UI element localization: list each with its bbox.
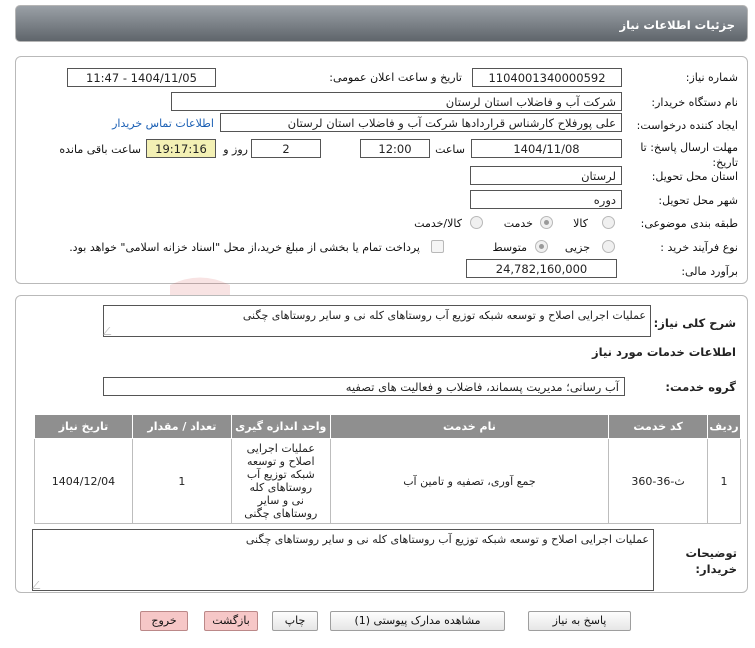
process-option-medium: متوسط [492,241,527,254]
col-unit: واحد اندازه گیری [230,414,331,439]
attachments-button[interactable]: مشاهده مدارک پیوستی (1) [330,611,505,631]
category-radio-goods-service[interactable] [470,216,483,229]
process-option-minor: جزیی [564,241,590,254]
general-desc-label: شرح کلی نیاز: [653,316,736,330]
buyer-notes-label-text: توضیحات خریدار: [685,546,738,576]
print-button[interactable]: چاپ [272,611,318,631]
city-label: شهر محل تحویل: [658,194,738,207]
requester-label: ایجاد کننده درخواست: [636,119,738,132]
col-code: کد خدمت [608,414,709,439]
need-number-field: 1104001340000592 [472,68,622,87]
announce-field: 1404/11/05 - 11:47 [67,68,216,87]
services-table: ردیف کد خدمت نام خدمت واحد اندازه گیری ت… [34,414,741,524]
province-field: لرستان [470,166,622,185]
page-title-bar: جزئیات اطلاعات نیاز [15,5,748,42]
deadline-time-label: ساعت [435,143,465,156]
category-option-goods-service: کالا/خدمت [414,217,462,230]
buyer-org-label: نام دستگاه خریدار: [651,96,738,109]
remaining-label: ساعت باقی مانده [59,143,141,156]
cell-name: جمع آوری، تصفیه و تامین آب [329,438,610,524]
process-radio-minor[interactable] [602,240,615,253]
col-qty: تعداد / مقدار [131,414,232,439]
col-date: تاریخ نیاز [34,414,133,439]
cell-qty: 1 [131,438,232,524]
announce-label: تاریخ و ساعت اعلان عمومی: [329,71,462,84]
process-radio-medium[interactable] [535,240,548,253]
exit-button[interactable]: خروج [140,611,188,631]
service-group-field: آب رسانی؛ مدیریت پسماند، فاضلاب و فعالیت… [103,377,625,396]
general-desc-field: عملیات اجرایی اصلاح و توسعه شبکه توزیع آ… [102,305,651,337]
process-label: نوع فرآیند خرید : [660,241,738,254]
buyer-notes-label: توضیحات خریدار: [677,545,738,577]
general-desc-text: عملیات اجرایی اصلاح و توسعه شبکه توزیع آ… [242,309,646,322]
category-radio-service[interactable] [540,216,553,229]
deadline-time-field: 12:00 [360,139,430,158]
col-row: ردیف [707,414,741,439]
payment-note: پرداخت تمام یا بخشی از مبلغ خرید،از محل … [69,241,420,254]
budget-field: 24,782,160,000 [466,259,617,278]
city-field: دوره [470,190,622,209]
category-label: طبقه بندی موضوعی: [640,217,738,230]
table-row: 1 ث-36-360 جمع آوری، تصفیه و تامین آب عم… [34,438,741,524]
col-name: نام خدمت [329,414,610,439]
days-label: روز و [223,143,248,156]
deadline-label: مهلت ارسال پاسخ: تا تاریخ: [640,140,738,170]
service-group-label: گروه خدمت: [665,380,736,394]
reply-button[interactable]: پاسخ به نیاز [528,611,631,631]
deadline-date-field: 1404/11/08 [471,139,622,158]
remaining-time-field: 19:17:16 [146,139,216,158]
category-option-service: خدمت [503,217,533,230]
category-option-goods: کالا [573,217,588,230]
contact-buyer-link[interactable]: اطلاعات تماس خریدار [112,117,214,130]
requester-field: علی پورفلاح کارشناس قراردادها شرکت آب و … [220,113,622,132]
services-section-title: اطلاعات خدمات مورد نیاز [592,345,736,359]
cell-date: 1404/12/04 [34,438,133,524]
deadline-label-line2: تاریخ: [712,156,738,169]
treasury-checkbox[interactable] [431,240,444,253]
table-header-row: ردیف کد خدمت نام خدمت واحد اندازه گیری ت… [34,414,741,439]
cell-code: ث-36-360 [608,438,709,524]
days-field: 2 [251,139,321,158]
back-button[interactable]: بازگشت [204,611,258,631]
need-number-label: شماره نیاز: [685,71,738,84]
resize-handle[interactable] [102,327,118,335]
resize-handle[interactable] [31,581,47,589]
budget-label: برآورد مالی: [681,265,738,278]
buyer-notes-text: عملیات اجرایی اصلاح و توسعه شبکه توزیع آ… [245,533,649,546]
province-label: استان محل تحویل: [651,170,738,183]
cell-row: 1 [707,438,741,524]
buyer-notes-field: عملیات اجرایی اصلاح و توسعه شبکه توزیع آ… [31,529,654,591]
deadline-label-line1: مهلت ارسال پاسخ: تا [640,141,738,154]
category-radio-goods[interactable] [602,216,615,229]
buyer-org-field: شرکت آب و فاضلاب استان لرستان [171,92,622,111]
cell-unit: عملیات اجرایی اصلاح و توسعه شبکه توزیع آ… [230,438,331,524]
page-title: جزئیات اطلاعات نیاز [619,18,735,32]
